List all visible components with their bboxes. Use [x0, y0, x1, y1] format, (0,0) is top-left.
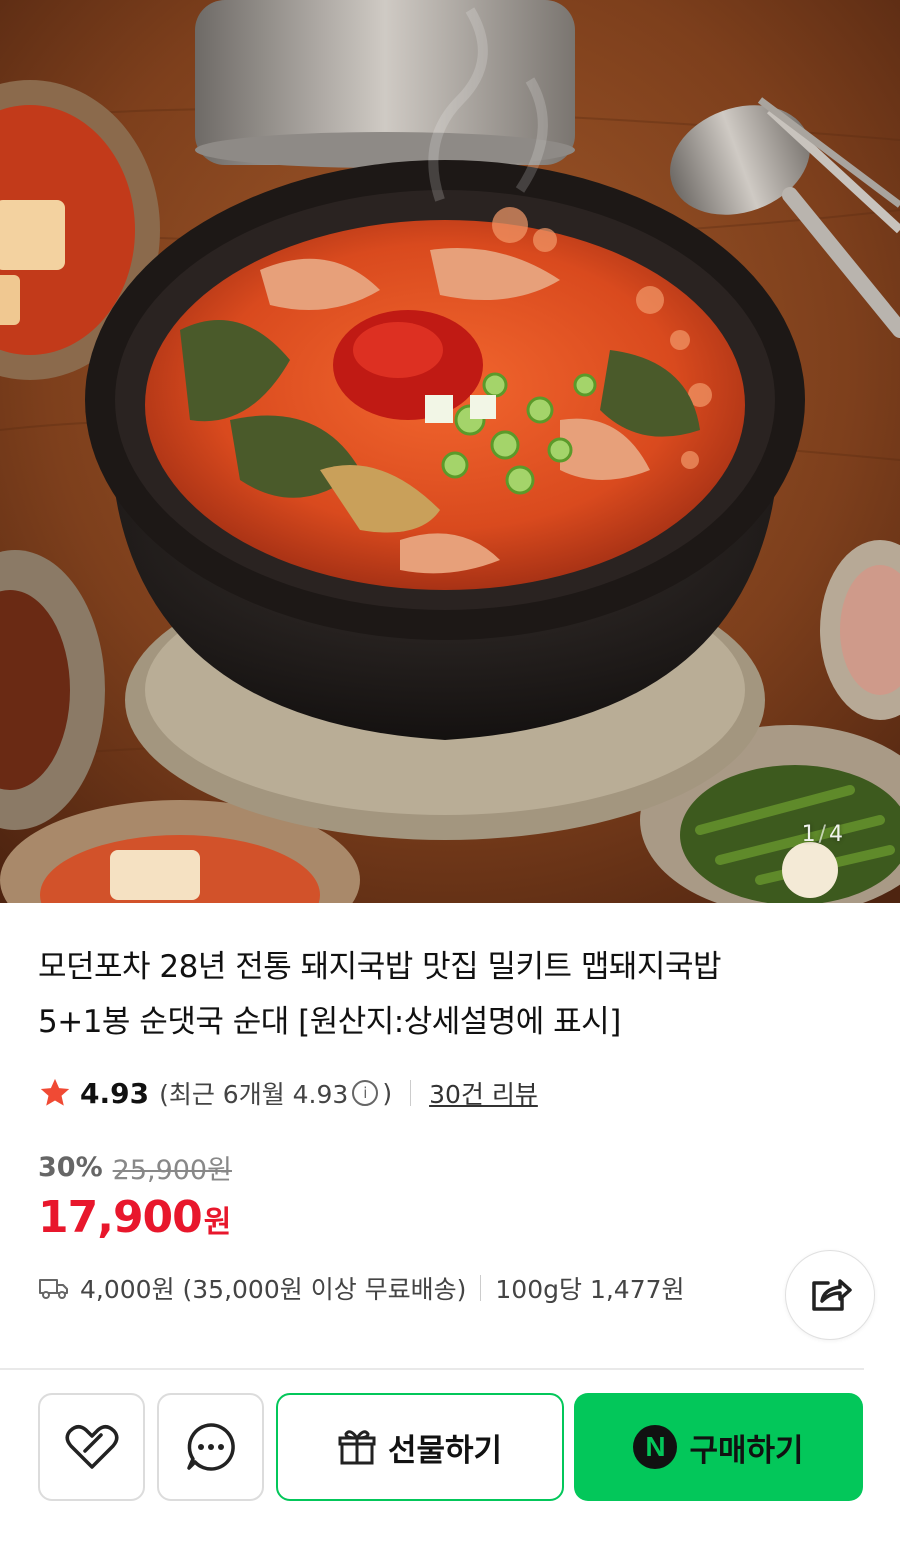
sale-price-unit: 원 [203, 1205, 232, 1240]
product-image[interactable]: 1/4 [0, 0, 900, 903]
chat-button[interactable] [157, 1393, 264, 1501]
image-page-indicator: 1/4 [802, 822, 844, 847]
sale-price: 17,900 [38, 1192, 203, 1243]
gift-button[interactable]: 선물하기 [276, 1393, 564, 1501]
original-price: 25,900원 [112, 1155, 232, 1186]
shipping-fee: 4,000원 (35,000원 이상 무료배송) [80, 1275, 467, 1304]
discount-row: 30% 25,900원 [38, 1148, 232, 1187]
shipping-divider [480, 1275, 482, 1301]
discount-rate: 30% [38, 1152, 103, 1183]
bottom-action-bar: 선물하기 N 구매하기 [0, 1393, 900, 1505]
reviews-link[interactable]: 30건 리뷰 [429, 1075, 538, 1111]
naver-pay-icon: N [633, 1425, 678, 1469]
product-info: 모던포차 28년 전통 돼지국밥 맛집 밀키트 맵돼지국밥 5+1봉 순댓국 순… [38, 940, 868, 1304]
rating-score: 4.93 [80, 1076, 150, 1110]
total-pages: 4 [829, 822, 844, 847]
page-separator: / [818, 822, 827, 847]
gift-button-label: 선물하기 [387, 1432, 503, 1469]
share-button[interactable] [785, 1250, 875, 1340]
recent-rating-suffix: ) [382, 1078, 393, 1108]
product-title: 모던포차 28년 전통 돼지국밥 맛집 밀키트 맵돼지국밥 5+1봉 순댓국 순… [38, 940, 868, 1050]
shipping-row: 4,000원 (35,000원 이상 무료배송) 100g당 1,477원 [38, 1270, 685, 1306]
share-icon [812, 1279, 852, 1311]
gift-icon [338, 1430, 376, 1465]
current-page: 1 [801, 822, 817, 847]
rating-divider [410, 1080, 412, 1106]
unit-price: 100g당 1,477원 [495, 1275, 685, 1304]
wishlist-button[interactable] [38, 1393, 145, 1501]
rating-row: 4.93 (최근 6개월 4.93 i ) 30건 리뷰 [38, 1075, 538, 1111]
buy-button-label: 구매하기 [689, 1432, 804, 1469]
buy-button[interactable]: N 구매하기 [574, 1393, 863, 1501]
star-icon [40, 1078, 70, 1106]
truck-icon [39, 1279, 68, 1299]
heart-icon [65, 1425, 118, 1469]
stew-photo [0, 0, 900, 903]
section-divider [0, 1368, 864, 1370]
product-title-line1: 모던포차 28년 전통 돼지국밥 맛집 밀키트 맵돼지국밥 [38, 949, 722, 985]
info-icon[interactable]: i [352, 1080, 379, 1106]
product-title-line2: 5+1봉 순댓국 순대 [원산지:상세설명에 표시] [38, 1004, 621, 1040]
chat-bubble-icon [186, 1423, 235, 1471]
sale-price-row: 17,900 원 [38, 1192, 231, 1243]
recent-rating-prefix: (최근 6개월 4.93 [159, 1080, 349, 1109]
